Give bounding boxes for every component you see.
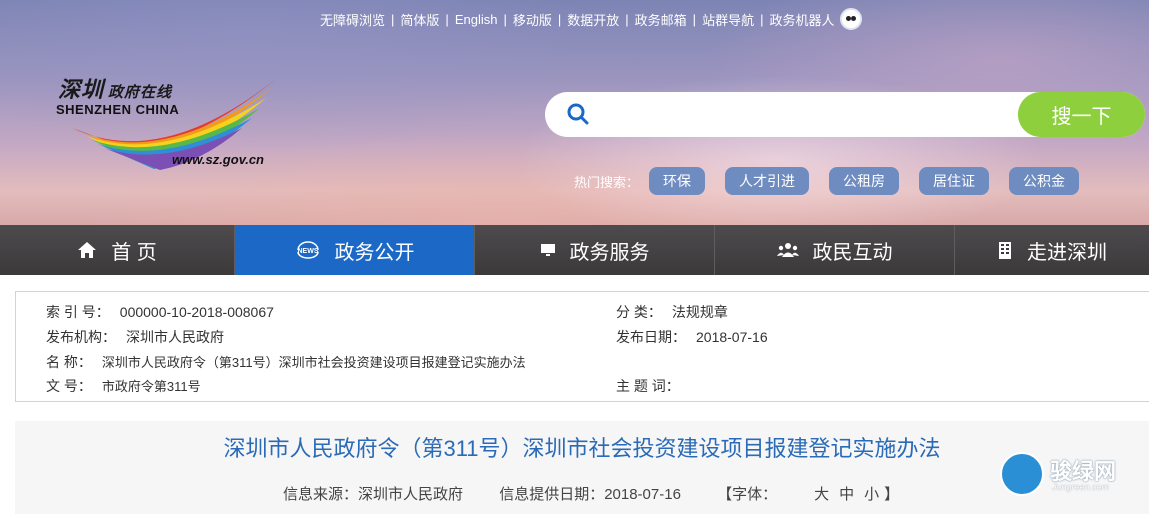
- meta-category: 分 类： 法规规章: [616, 302, 728, 322]
- meta-keywords-label: 主 题 词：: [616, 378, 680, 394]
- watermark-sub: Jungreen.com: [1052, 482, 1110, 492]
- meta-index-value: 000000-10-2018-008067: [119, 304, 274, 320]
- meta-keywords: 主 题 词：: [616, 376, 690, 396]
- document-meta-box: 索 引 号： 000000-10-2018-008067 分 类： 法规规章 发布机…: [15, 291, 1149, 402]
- meta-index: 索 引 号： 000000-10-2018-008067: [46, 302, 274, 322]
- article-source: 信息来源：深圳市人民政府: [283, 486, 464, 503]
- link-gov-mail[interactable]: 政务邮箱: [635, 10, 687, 29]
- meta-date: 发布日期： 2018-07-16: [616, 327, 768, 347]
- meta-category-label: 分 类：: [616, 304, 662, 320]
- meta-category-value: 法规规章: [671, 304, 728, 320]
- meta-name-value: 深圳市人民政府令（第311号）深圳市社会投资建设项目报建登记实施办法: [101, 355, 526, 370]
- article-provide-date: 信息提供日期：2018-07-16: [499, 486, 681, 503]
- font-size-large[interactable]: 大: [814, 486, 829, 503]
- hot-tag-housing-fund[interactable]: 公积金: [1009, 167, 1080, 195]
- nav-interaction[interactable]: 政民互动: [715, 225, 955, 275]
- link-english[interactable]: English: [455, 12, 498, 27]
- logo-english-name: SHENZHEN CHINA: [56, 102, 180, 117]
- svg-text:NEWS: NEWS: [297, 248, 318, 255]
- watermark: 骏绿网 Jungreen.com: [1000, 452, 1140, 498]
- meta-name: 名 称： 深圳市人民政府令（第311号）深圳市社会投资建设项目报建登记实施办法: [46, 352, 526, 372]
- nav-about-shenzhen[interactable]: 走进深圳: [955, 225, 1149, 275]
- font-size-medium[interactable]: 中: [839, 486, 854, 503]
- article-info: 信息来源：深圳市人民政府 信息提供日期：2018-07-16 【字体： 大中小】: [283, 483, 931, 504]
- meta-date-label: 发布日期：: [616, 329, 686, 345]
- meta-doc-number: 文 号： 市政府令第311号: [46, 376, 201, 396]
- header-banner: 无障碍浏览 | 简体版 | English | 移动版 | 数据开放 | 政务邮…: [0, 0, 1149, 225]
- font-size-control: 【字体： 大中小】: [717, 486, 931, 503]
- search-box: 搜一下: [545, 92, 1145, 137]
- meta-publisher: 发布机构： 深圳市人民政府: [46, 327, 224, 347]
- hot-tag-environment[interactable]: 环保: [649, 167, 706, 195]
- meta-doc-number-label: 文 号：: [46, 378, 92, 394]
- logo-url: www.sz.gov.cn: [172, 152, 264, 167]
- nav-gov-services-label: 政务服务: [569, 241, 650, 264]
- nav-home[interactable]: 首 页: [0, 225, 235, 275]
- meta-publisher-label: 发布机构：: [46, 329, 116, 345]
- link-gov-robot[interactable]: 政务机器人: [769, 10, 834, 29]
- separator: |: [760, 11, 764, 27]
- watermark-logo-icon: [1000, 452, 1044, 496]
- font-size-small[interactable]: 小: [864, 486, 879, 503]
- separator: |: [391, 11, 395, 27]
- main-nav: 首 页 NEWS 政务公开 政务服务 政民互动 走进深圳: [0, 225, 1149, 275]
- font-size-label-open: 【字体：: [717, 486, 778, 503]
- separator: |: [557, 11, 562, 27]
- meta-date-value: 2018-07-16: [696, 329, 768, 345]
- hot-tag-residence-permit[interactable]: 居住证: [919, 167, 990, 195]
- link-mobile[interactable]: 移动版: [513, 10, 552, 29]
- hot-searches: 热门搜索： 环保 人才引进 公租房 居住证 公积金: [574, 167, 1099, 195]
- hot-tag-public-housing[interactable]: 公租房: [829, 167, 900, 195]
- meta-index-label: 索 引 号：: [46, 304, 110, 320]
- building-icon: [997, 241, 1013, 259]
- hot-tag-talent[interactable]: 人才引进: [725, 167, 810, 195]
- font-size-label-close: 】: [884, 486, 900, 503]
- nav-interaction-label: 政民互动: [812, 241, 893, 264]
- link-open-data[interactable]: 数据开放: [567, 10, 619, 29]
- separator: |: [503, 11, 507, 27]
- link-site-nav[interactable]: 站群导航: [702, 10, 754, 29]
- separator: |: [445, 11, 449, 27]
- nav-gov-affairs-open-label: 政务公开: [334, 241, 415, 264]
- nav-about-shenzhen-label: 走进深圳: [1027, 241, 1107, 264]
- monitor-icon: [540, 242, 556, 258]
- robot-icon[interactable]: [840, 8, 863, 30]
- news-icon: NEWS: [295, 241, 321, 259]
- search-input[interactable]: [605, 100, 1005, 130]
- meta-publisher-value: 深圳市人民政府: [126, 329, 224, 345]
- site-logo[interactable]: 深圳 政府在线 SHENZHEN CHINA www.sz.gov.cn: [52, 66, 292, 176]
- nav-gov-affairs-open[interactable]: NEWS 政务公开: [235, 225, 475, 275]
- article-header: 深圳市人民政府令（第311号）深圳市社会投资建设项目报建登记实施办法 信息来源：…: [15, 421, 1149, 514]
- search-icon: [567, 103, 589, 125]
- meta-doc-number-value: 市政府令第311号: [101, 379, 201, 394]
- link-simplified[interactable]: 简体版: [400, 10, 439, 29]
- people-icon: [776, 242, 799, 258]
- nav-gov-services[interactable]: 政务服务: [475, 225, 715, 275]
- article-title: 深圳市人民政府令（第311号）深圳市社会投资建设项目报建登记实施办法: [223, 436, 941, 461]
- separator: |: [692, 11, 697, 27]
- separator: |: [625, 11, 629, 27]
- search-button[interactable]: 搜一下: [1018, 92, 1145, 137]
- hot-searches-label: 热门搜索：: [574, 174, 640, 190]
- home-icon: [77, 241, 97, 259]
- nav-home-label: 首 页: [111, 241, 157, 264]
- link-accessibility[interactable]: 无障碍浏览: [320, 10, 385, 29]
- meta-name-label: 名 称：: [46, 354, 92, 370]
- top-links: 无障碍浏览 | 简体版 | English | 移动版 | 数据开放 | 政务邮…: [320, 8, 863, 30]
- logo-chinese-name: 深圳 政府在线: [58, 77, 173, 103]
